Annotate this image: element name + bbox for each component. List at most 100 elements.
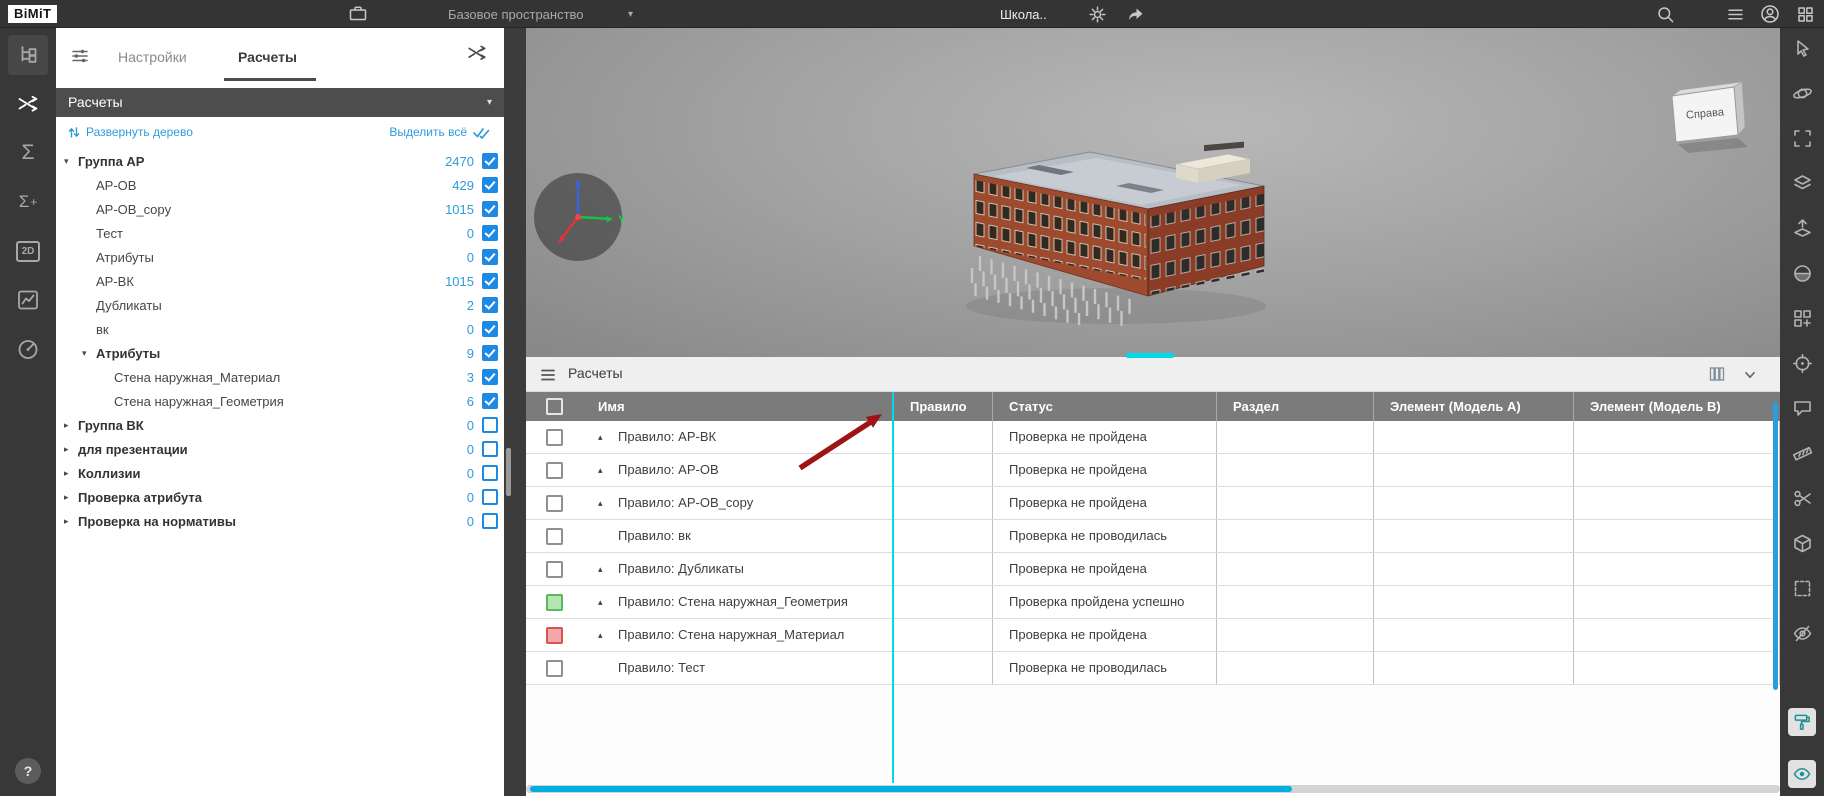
hide-object-tool[interactable]: [1792, 623, 1813, 644]
tree-item[interactable]: ▸Проверка атрибута0: [56, 485, 504, 509]
tree-item[interactable]: вк0: [56, 317, 504, 341]
panel-scrollbar-thumb[interactable]: [506, 448, 511, 496]
checks-panel-button[interactable]: [466, 42, 488, 69]
collapse-triangle-icon[interactable]: ▴: [598, 586, 618, 618]
expander-icon[interactable]: ▾: [82, 348, 96, 359]
visibility-tool[interactable]: [1788, 760, 1816, 788]
measure-tool[interactable]: [1792, 443, 1813, 464]
checks-tool[interactable]: [8, 84, 48, 124]
expander-icon[interactable]: ▸: [64, 468, 78, 479]
collapse-table-button[interactable]: [1742, 367, 1758, 388]
column-header-status[interactable]: Статус: [992, 392, 1216, 421]
section-header[interactable]: Расчеты: [56, 88, 504, 117]
section-sphere-tool[interactable]: [1792, 263, 1813, 284]
tree-item-checkbox[interactable]: [482, 153, 498, 169]
table-row[interactable]: ▴Правило: АР-ОВ Проверка не пройдена: [526, 454, 1780, 487]
collapse-triangle-icon[interactable]: ▴: [598, 553, 618, 585]
tree-item[interactable]: АР-ВК1015: [56, 269, 504, 293]
tab-settings[interactable]: Настройки: [118, 49, 187, 65]
expand-tree-link[interactable]: Развернуть дерево: [68, 125, 193, 139]
tree-item[interactable]: АР-ОВ429: [56, 173, 504, 197]
tree-item[interactable]: Стена наружная_Материал3: [56, 365, 504, 389]
column-header-section[interactable]: Раздел: [1216, 392, 1373, 421]
axis-gizmo[interactable]: Y: [528, 165, 628, 265]
sum-add-tool[interactable]: Σ+: [8, 182, 48, 222]
tree-item[interactable]: ▾Группа АР2470: [56, 149, 504, 173]
tree-item-checkbox[interactable]: [482, 393, 498, 409]
expander-icon[interactable]: ▸: [64, 516, 78, 527]
expander-icon[interactable]: ▸: [64, 492, 78, 503]
row-checkbox[interactable]: [546, 528, 563, 545]
tree-item-checkbox[interactable]: [482, 201, 498, 217]
tree-item-checkbox[interactable]: [482, 417, 498, 433]
tree-item-checkbox[interactable]: [482, 249, 498, 265]
area-select-tool[interactable]: [1792, 578, 1813, 599]
account-button[interactable]: [1760, 0, 1780, 28]
select-tool[interactable]: [1792, 38, 1813, 59]
collapse-triangle-icon[interactable]: ▴: [598, 421, 618, 453]
model-tree-tool[interactable]: [8, 35, 48, 75]
project-settings-button[interactable]: [1088, 0, 1107, 28]
table-row[interactable]: ▴Правило: АР-ВК Проверка не пройдена: [526, 421, 1780, 454]
dashboard-tool[interactable]: [8, 329, 48, 369]
comment-tool[interactable]: [1792, 398, 1813, 419]
tree-item[interactable]: ▸Группа ВК0: [56, 413, 504, 437]
filter-options-button[interactable]: [70, 46, 90, 71]
tree-item-checkbox[interactable]: [482, 297, 498, 313]
column-header-element-b[interactable]: Элемент (Модель В): [1573, 392, 1780, 421]
column-resize-guide-line[interactable]: [892, 392, 894, 783]
list-menu-button[interactable]: [1726, 0, 1745, 28]
expander-icon[interactable]: ▾: [64, 156, 78, 167]
expander-icon[interactable]: ▸: [64, 420, 78, 431]
columns-settings-button[interactable]: [1708, 365, 1726, 388]
fit-view-tool[interactable]: [1792, 128, 1813, 149]
navigation-cube[interactable]: Справа: [1662, 80, 1754, 158]
tree-item[interactable]: ▸для презентации0: [56, 437, 504, 461]
table-row[interactable]: ▴Правило: Стена наружная_Геометрия Прове…: [526, 586, 1780, 619]
focus-target-tool[interactable]: [1792, 353, 1813, 374]
collapse-triangle-icon[interactable]: ▴: [598, 487, 618, 519]
row-checkbox[interactable]: [546, 429, 563, 446]
tree-item-checkbox[interactable]: [482, 177, 498, 193]
tree-item[interactable]: Дубликаты2: [56, 293, 504, 317]
tree-item-checkbox[interactable]: [482, 225, 498, 241]
tree-item-checkbox[interactable]: [482, 489, 498, 505]
row-checkbox[interactable]: [546, 594, 563, 611]
select-all-link[interactable]: Выделить всё: [389, 125, 490, 139]
graphs-tool[interactable]: [8, 280, 48, 320]
tree-item[interactable]: Тест0: [56, 221, 504, 245]
tree-item[interactable]: ▾Атрибуты9: [56, 341, 504, 365]
sum-tool[interactable]: Σ: [8, 133, 48, 173]
project-name[interactable]: Школа..: [1000, 0, 1047, 28]
tab-calculations[interactable]: Расчеты: [238, 49, 297, 65]
tree-item[interactable]: ▸Коллизии0: [56, 461, 504, 485]
share-button[interactable]: [1126, 0, 1145, 28]
row-checkbox[interactable]: [546, 495, 563, 512]
cut-tool[interactable]: [1792, 488, 1813, 509]
briefcase-button[interactable]: [348, 0, 368, 28]
tree-item[interactable]: Стена наружная_Геометрия6: [56, 389, 504, 413]
workspace-selector-caret[interactable]: ▾: [628, 0, 633, 28]
tree-item-checkbox[interactable]: [482, 273, 498, 289]
table-menu-button[interactable]: [539, 366, 557, 389]
3d-viewport[interactable]: Y: [526, 28, 1780, 357]
tree-item-checkbox[interactable]: [482, 441, 498, 457]
column-header-name[interactable]: Имя: [582, 392, 893, 421]
tree-item[interactable]: АР-ОВ_copy1015: [56, 197, 504, 221]
help-button[interactable]: ?: [15, 758, 41, 784]
table-row[interactable]: Правило: Тест Проверка не проводилась: [526, 652, 1780, 685]
apps-menu-button[interactable]: [1796, 0, 1815, 28]
table-row[interactable]: ▴Правило: Стена наружная_Материал Провер…: [526, 619, 1780, 652]
tree-item-checkbox[interactable]: [482, 369, 498, 385]
workspace-selector[interactable]: Базовое пространство: [448, 0, 584, 28]
row-checkbox[interactable]: [546, 627, 563, 644]
horizontal-scrollbar-track[interactable]: [526, 785, 1780, 793]
tree-item-checkbox[interactable]: [482, 513, 498, 529]
table-vertical-scrollbar[interactable]: [1773, 402, 1778, 690]
expander-icon[interactable]: ▸: [64, 444, 78, 455]
table-row[interactable]: ▴Правило: АР-ОВ_copy Проверка не пройден…: [526, 487, 1780, 520]
collapse-triangle-icon[interactable]: ▴: [598, 619, 618, 651]
horizontal-scrollbar-thumb[interactable]: [530, 786, 1292, 792]
select-all-checkbox[interactable]: [526, 392, 582, 421]
search-button[interactable]: [1656, 0, 1675, 28]
